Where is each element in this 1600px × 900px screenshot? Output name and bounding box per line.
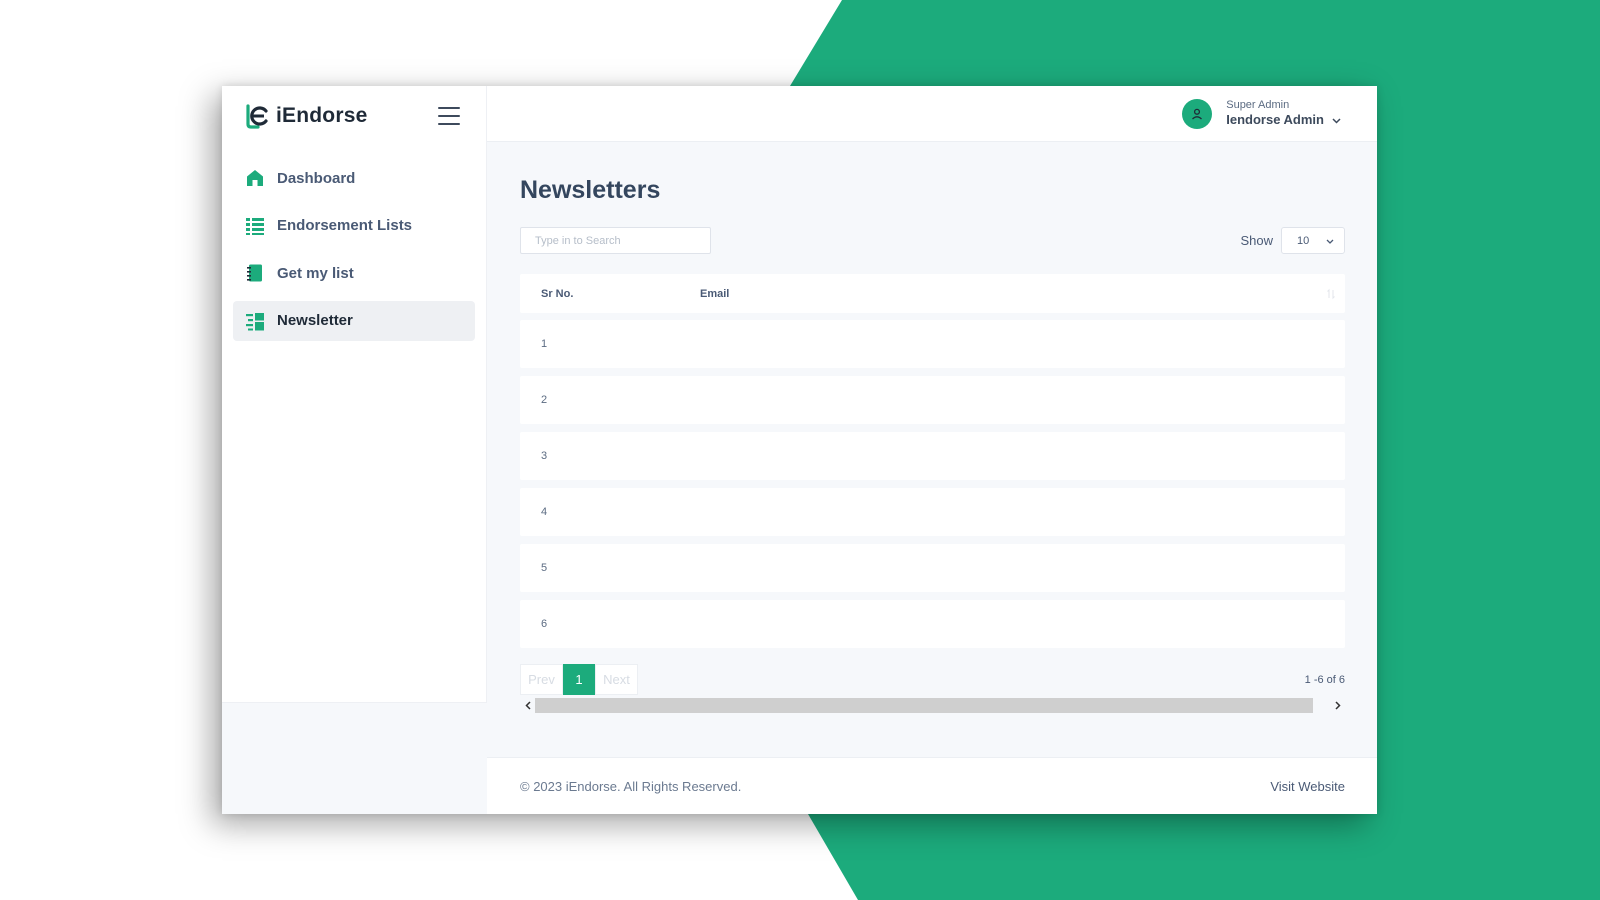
page-size-control: Show 10	[1240, 227, 1345, 254]
sidebar-item-label: Dashboard	[277, 169, 356, 187]
newsletter-icon	[245, 311, 265, 331]
copyright-text: © 2023 iEndorse. All Rights Reserved.	[520, 778, 742, 794]
brand-bar: iEndorse	[222, 86, 486, 145]
list-icon	[245, 216, 265, 236]
sidebar-item-get-my-list[interactable]: Get my list	[233, 253, 475, 293]
scroll-right-icon[interactable]	[1330, 697, 1345, 714]
column-header-sr-no[interactable]: Sr No.	[520, 288, 700, 300]
top-bar: Super Admin Iendorse Admin	[487, 86, 1377, 142]
cell-sr-no: 2	[541, 394, 548, 406]
chevron-down-icon	[1332, 111, 1341, 129]
brand-name: iEndorse	[276, 103, 368, 127]
search-input[interactable]	[520, 227, 711, 254]
page-content: Newsletters Show 10 Sr No. Email	[487, 142, 1377, 757]
table-row: 1	[520, 320, 1345, 368]
page-size-value: 10	[1297, 234, 1310, 247]
page-size-select[interactable]: 10	[1281, 227, 1345, 254]
table-row: 5	[520, 544, 1345, 592]
chevron-down-icon	[1326, 235, 1334, 247]
table-row: 4	[520, 488, 1345, 536]
hamburger-icon[interactable]	[438, 106, 460, 125]
sidebar-item-endorsement-lists[interactable]: Endorsement Lists	[233, 206, 475, 246]
sidebar: iEndorse Dashboard Endorsement Lists Get…	[222, 86, 487, 814]
sidebar-item-label: Endorsement Lists	[277, 217, 413, 234]
table-header: Sr No. Email	[520, 274, 1345, 313]
table-toolbar: Show 10	[520, 227, 1345, 254]
iendorse-logo-icon	[244, 103, 270, 129]
sort-icon[interactable]	[1327, 287, 1335, 300]
table-row: 6	[520, 600, 1345, 648]
scrollbar-track[interactable]	[535, 698, 1330, 713]
user-info: Super Admin Iendorse Admin	[1226, 99, 1341, 129]
prev-page-button[interactable]: Prev	[520, 664, 563, 695]
next-page-button[interactable]: Next	[595, 664, 638, 695]
horizontal-scrollbar[interactable]	[520, 697, 1345, 714]
visit-website-link[interactable]: Visit Website	[1270, 779, 1345, 794]
page-range: 1 -6 of 6	[1304, 673, 1345, 686]
newsletter-table: Sr No. Email 1 2 3 4 5 6	[520, 274, 1345, 648]
cell-sr-no: 5	[541, 562, 548, 574]
table-row: 2	[520, 376, 1345, 424]
sidebar-item-label: Newsletter	[277, 312, 353, 329]
user-name-row: Iendorse Admin	[1226, 111, 1341, 129]
app-window: iEndorse Dashboard Endorsement Lists Get…	[222, 86, 1377, 814]
sidebar-item-newsletter[interactable]: Newsletter	[233, 300, 475, 341]
sidebar-panel: iEndorse Dashboard Endorsement Lists Get…	[222, 86, 487, 703]
column-header-email[interactable]: Email	[700, 288, 1345, 300]
user-menu[interactable]: Super Admin Iendorse Admin	[1182, 98, 1341, 129]
cell-sr-no: 4	[541, 506, 548, 518]
sidebar-item-dashboard[interactable]: Dashboard	[233, 158, 475, 198]
user-name: Iendorse Admin	[1226, 112, 1324, 127]
table-body: 1 2 3 4 5 6	[520, 320, 1345, 648]
cell-sr-no: 6	[541, 618, 548, 630]
notebook-icon	[245, 263, 265, 283]
home-icon	[245, 168, 265, 188]
pagination-row: Prev 1 Next 1 -6 of 6	[520, 664, 1345, 695]
table-row: 3	[520, 432, 1345, 480]
page-1-button[interactable]: 1	[563, 664, 595, 695]
sidebar-nav: Dashboard Endorsement Lists Get my list …	[222, 145, 486, 341]
main-area: Super Admin Iendorse Admin Newsletters S…	[487, 86, 1377, 814]
scroll-left-icon[interactable]	[520, 697, 535, 714]
brand-logo[interactable]: iEndorse	[244, 103, 367, 129]
show-label: Show	[1240, 233, 1273, 248]
scrollbar-thumb[interactable]	[535, 698, 1313, 713]
cell-sr-no: 1	[541, 338, 548, 350]
sidebar-item-label: Get my list	[277, 264, 354, 282]
page-title: Newsletters	[520, 176, 661, 204]
footer: © 2023 iEndorse. All Rights Reserved. Vi…	[487, 757, 1377, 814]
user-role: Super Admin	[1226, 98, 1290, 111]
pagination: Prev 1 Next	[520, 664, 638, 695]
cell-sr-no: 3	[541, 450, 548, 462]
user-icon	[1182, 98, 1213, 129]
